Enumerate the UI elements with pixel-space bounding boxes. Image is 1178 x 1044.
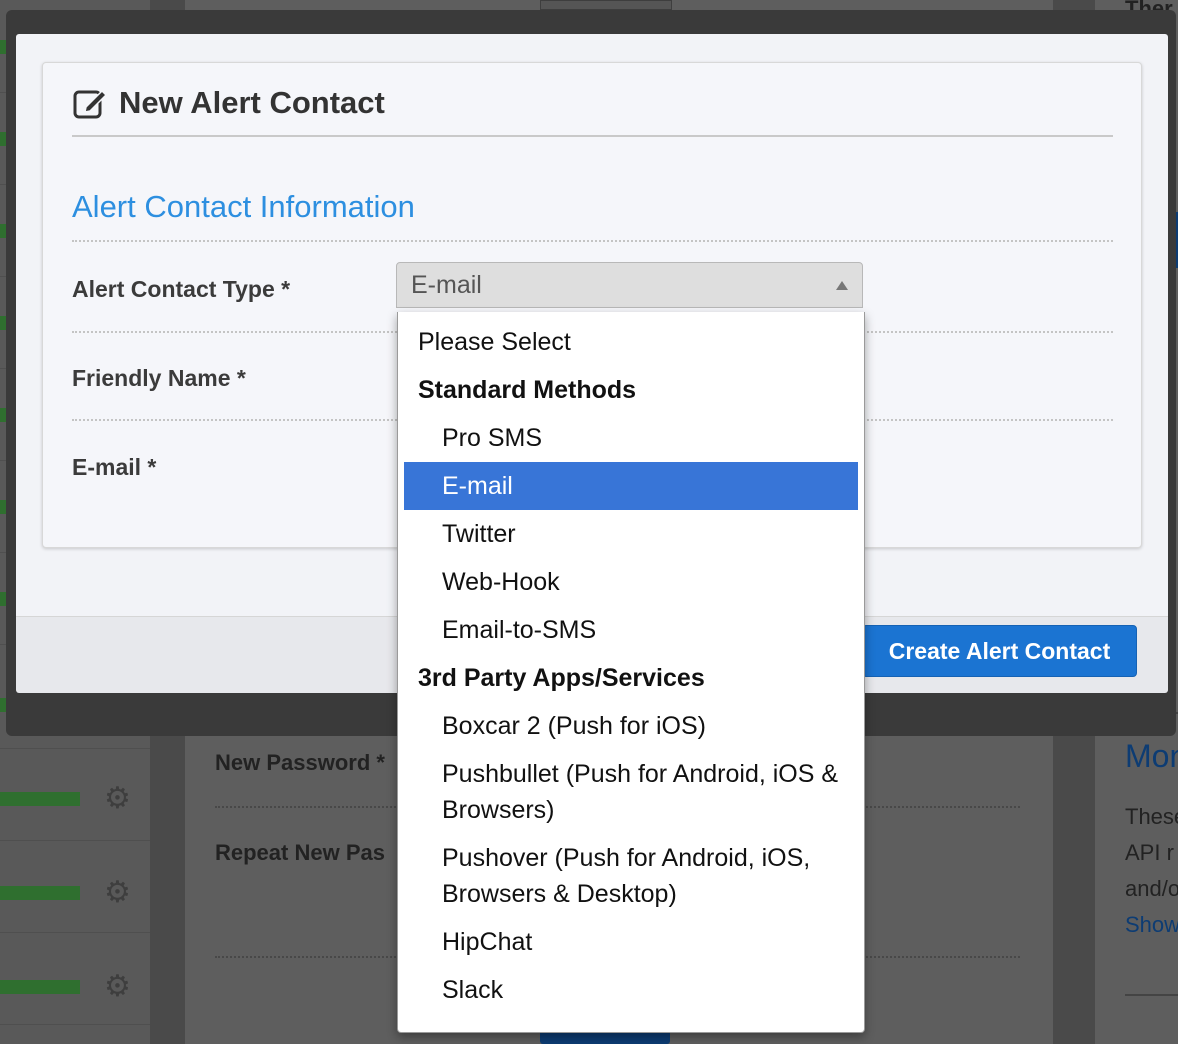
- friendly-name-label: Friendly Name *: [72, 365, 246, 391]
- option-web-hook[interactable]: Web-Hook: [398, 558, 864, 606]
- title-divider: [72, 135, 1113, 137]
- modal-title-text: New Alert Contact: [119, 85, 385, 120]
- email-label: E-mail *: [72, 454, 157, 480]
- right-text: These: [1125, 804, 1178, 829]
- create-alert-contact-button[interactable]: Create Alert Contact: [862, 625, 1137, 677]
- edit-icon: [73, 89, 107, 119]
- gear-icon: ⚙: [104, 970, 131, 1003]
- sidebar-row: ⚙: [0, 748, 150, 841]
- repeat-password-label: Repeat New Pas: [215, 840, 385, 865]
- alert-contact-type-select[interactable]: E-mail: [396, 262, 863, 308]
- right-text: and/o: [1125, 876, 1178, 901]
- option-pushbullet[interactable]: Pushbullet (Push for Android, iOS & Brow…: [398, 750, 864, 834]
- gear-icon: ⚙: [104, 876, 131, 909]
- divider: [72, 240, 1113, 242]
- select-value: E-mail: [411, 270, 482, 299]
- background-button: [540, 0, 672, 10]
- divider: [1125, 994, 1178, 996]
- option-please-select[interactable]: Please Select: [398, 318, 864, 366]
- show-link: Show: [1125, 912, 1178, 937]
- option-twitter[interactable]: Twitter: [398, 510, 864, 558]
- option-pro-sms[interactable]: Pro SMS: [398, 414, 864, 462]
- caret-up-icon: [836, 280, 848, 290]
- option-slack[interactable]: Slack: [398, 966, 864, 1014]
- option-boxcar[interactable]: Boxcar 2 (Push for iOS): [398, 702, 864, 750]
- right-heading: Mon: [1125, 738, 1178, 774]
- status-bar: [0, 792, 80, 806]
- status-bar: [0, 886, 80, 900]
- right-text: API r: [1125, 840, 1174, 865]
- group-3rd-party-apps: 3rd Party Apps/Services: [418, 664, 705, 692]
- sidebar-row: ⚙: [0, 932, 150, 1025]
- sidebar-row: ⚙: [0, 840, 150, 933]
- option-hipchat[interactable]: HipChat: [398, 918, 864, 966]
- alert-contact-type-label: Alert Contact Type *: [72, 276, 291, 302]
- alert-contact-type-dropdown: Please Select Standard Methods Pro SMS E…: [397, 312, 865, 1033]
- new-password-label: New Password *: [215, 750, 385, 775]
- modal-title: New Alert Contact: [73, 85, 385, 121]
- option-pushover[interactable]: Pushover (Push for Android, iOS, Browser…: [398, 834, 864, 918]
- option-email[interactable]: E-mail: [404, 462, 858, 510]
- option-email-to-sms[interactable]: Email-to-SMS: [398, 606, 864, 654]
- group-standard-methods: Standard Methods: [418, 376, 637, 404]
- status-bar: [0, 980, 80, 994]
- gear-icon: ⚙: [104, 782, 131, 815]
- section-title: Alert Contact Information: [72, 189, 415, 224]
